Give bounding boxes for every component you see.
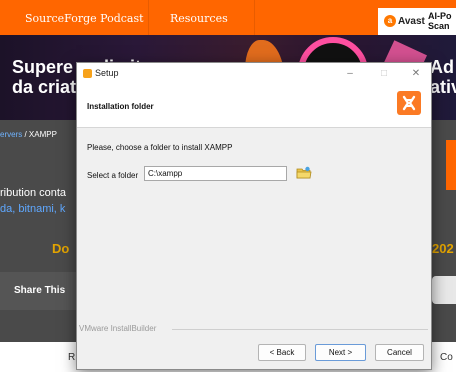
xampp-icon — [397, 91, 421, 115]
nav-divider — [148, 0, 149, 35]
folder-path-input[interactable] — [144, 166, 287, 181]
dialog-titlebar[interactable]: Setup – □ ✕ — [77, 63, 431, 85]
minimize-button[interactable]: – — [339, 66, 361, 82]
folder-label: Select a folder — [87, 171, 139, 180]
share-this-label: Share This — [0, 272, 78, 310]
next-button[interactable]: Next > — [315, 344, 366, 361]
footer-left-text: R — [68, 352, 76, 363]
breadcrumb-prev-link[interactable]: ervers — [0, 130, 22, 139]
nav-divider — [254, 0, 255, 35]
banner-right-text: Adativ — [430, 57, 456, 97]
breadcrumb-current: XAMPP — [28, 130, 57, 139]
year-text: 202 — [432, 241, 454, 256]
back-button[interactable]: < Back — [258, 344, 306, 361]
cancel-button[interactable]: Cancel — [375, 344, 424, 361]
nav-podcast-link[interactable]: SourceForge Podcast — [25, 12, 144, 25]
footer-divider — [172, 329, 428, 330]
download-heading: Do — [52, 241, 70, 256]
distribution-text: ribution conta — [0, 187, 67, 199]
nav-resources-link[interactable]: Resources — [170, 12, 228, 25]
side-badge — [446, 140, 456, 190]
browse-folder-button[interactable] — [296, 165, 312, 181]
dialog-title: Setup — [95, 68, 119, 78]
folder-icon — [296, 166, 312, 179]
breadcrumb: ervers / XAMPP — [0, 130, 57, 139]
distribution-links[interactable]: da, bitnami, k — [0, 203, 65, 215]
header-title: Installation folder — [87, 102, 154, 111]
close-button[interactable]: ✕ — [405, 66, 427, 82]
maximize-button[interactable]: □ — [373, 66, 395, 82]
xampp-icon — [83, 69, 92, 78]
dialog-header: Installation folder — [77, 85, 431, 128]
top-navigation: SourceForge Podcast Resources a Avast AI… — [0, 0, 456, 35]
installer-brand-label: VMware InstallBuilder — [79, 324, 157, 333]
avast-ad[interactable]: a Avast AI-Po Scan — [378, 8, 456, 35]
setup-dialog: Setup – □ ✕ Installation folder Please, … — [76, 62, 432, 370]
install-instruction: Please, choose a folder to install XAMPP — [87, 143, 233, 152]
ad-headline: AI-Po Scan — [428, 11, 452, 31]
avast-brand: Avast — [398, 16, 425, 27]
share-panel[interactable] — [432, 276, 456, 304]
footer-right-text: Co — [440, 352, 453, 363]
avast-logo-icon: a — [384, 15, 396, 27]
